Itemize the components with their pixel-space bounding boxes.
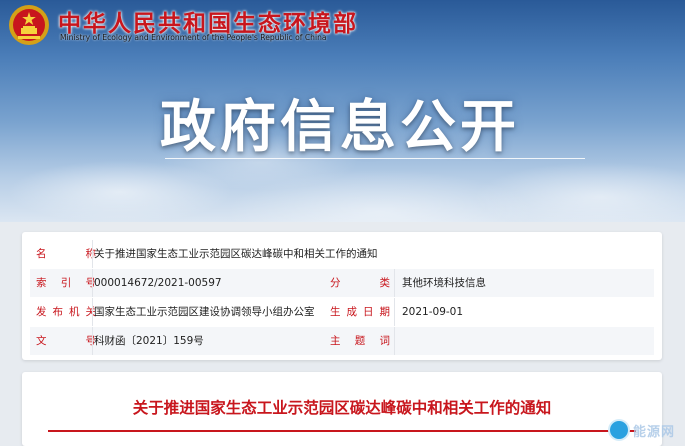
- divider: [92, 327, 93, 355]
- metadata-row-name: 名 称 关于推进国家生态工业示范园区碳达峰碳中和相关工作的通知: [30, 240, 654, 268]
- banner: 中华人民共和国生态环境部 Ministry of Ecology and Env…: [0, 0, 685, 222]
- divider: [394, 327, 395, 355]
- divider: [394, 269, 395, 297]
- date-label: 生成日期: [330, 306, 390, 318]
- watermark-logo-icon: [607, 419, 630, 441]
- divider: [92, 269, 93, 297]
- name-label: 名 称: [36, 248, 96, 260]
- doc-no-value: 科财函〔2021〕159号: [94, 335, 204, 347]
- doc-no-label: 文 号: [36, 335, 96, 347]
- ministry-name-en: Ministry of Ecology and Environment of t…: [60, 33, 327, 42]
- metadata-card: 名 称 关于推进国家生态工业示范园区碳达峰碳中和相关工作的通知 索 引 号 00…: [22, 232, 662, 360]
- metadata-row-index: 索 引 号 000014672/2021-00597 分 类 其他环境科技信息: [30, 269, 654, 297]
- name-value: 关于推进国家生态工业示范园区碳达峰碳中和相关工作的通知: [94, 248, 378, 260]
- watermark: 能源网: [607, 419, 675, 441]
- metadata-row-issuer: 发布机关 国家生态工业示范园区建设协调领导小组办公室 生成日期 2021-09-…: [30, 298, 654, 326]
- index-value: 000014672/2021-00597: [94, 277, 222, 289]
- watermark-text: 能源网: [632, 424, 675, 440]
- national-emblem-icon: [9, 5, 49, 45]
- date-value: 2021-09-01: [402, 306, 464, 318]
- issuer-label: 发布机关: [36, 306, 96, 318]
- notice-title-rule: [48, 430, 636, 432]
- category-label: 分 类: [330, 277, 390, 289]
- banner-title-rule: [165, 158, 585, 159]
- banner-title: 政府信息公开: [160, 95, 520, 160]
- notice-title: 关于推进国家生态工业示范园区碳达峰碳中和相关工作的通知: [132, 399, 552, 417]
- notice-card: 关于推进国家生态工业示范园区碳达峰碳中和相关工作的通知: [22, 372, 662, 446]
- divider: [92, 298, 93, 326]
- divider: [92, 240, 93, 268]
- index-label: 索 引 号: [36, 277, 96, 289]
- metadata-row-doc-no: 文 号 科财函〔2021〕159号 主 题 词: [30, 327, 654, 355]
- issuer-value: 国家生态工业示范园区建设协调领导小组办公室: [94, 306, 315, 318]
- divider: [394, 298, 395, 326]
- keywords-label: 主 题 词: [330, 335, 390, 347]
- category-value: 其他环境科技信息: [402, 277, 486, 289]
